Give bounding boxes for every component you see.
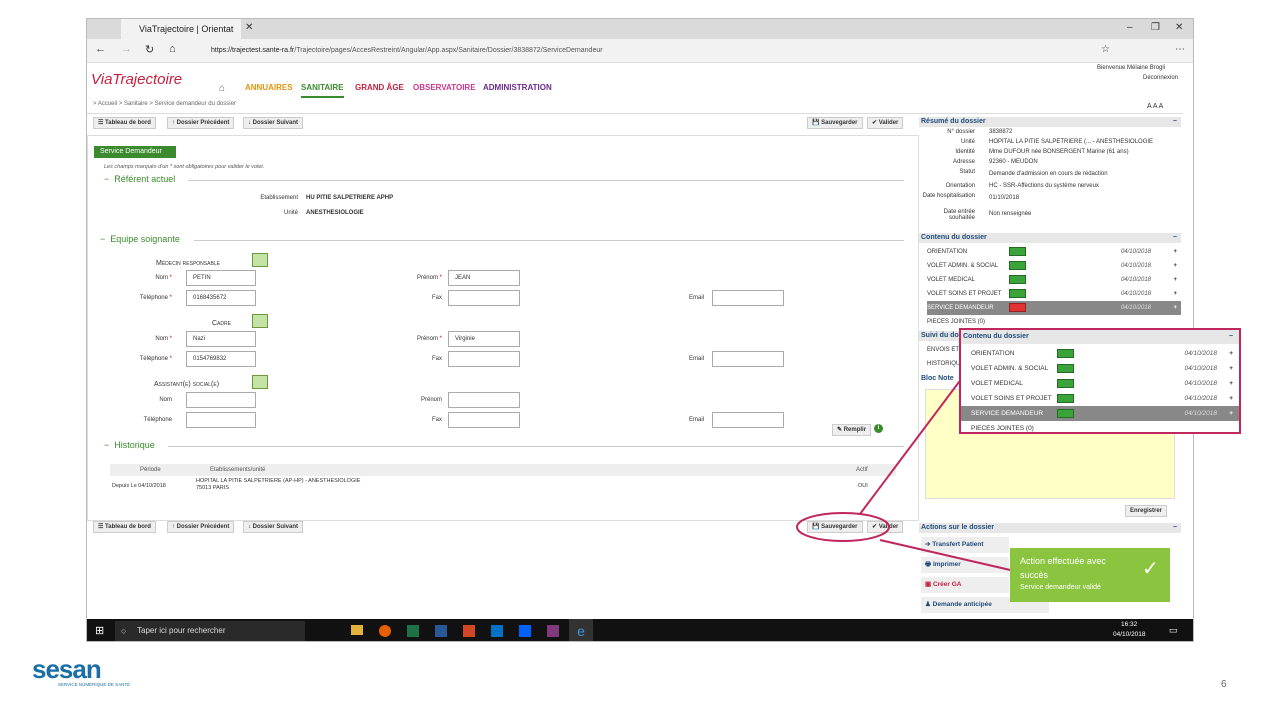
page-number: 6 <box>1221 679 1227 690</box>
highlight-ellipse <box>796 512 890 542</box>
list-item[interactable]: VOLET ADMIN. & SOCIAL 04/10/2018 + <box>961 361 1239 376</box>
list-item[interactable]: VOLET SOINS ET PROJET 04/10/2018 + <box>961 391 1239 406</box>
checkmark-icon: ✓ <box>1142 558 1159 580</box>
complete-icon <box>1057 394 1074 403</box>
plus-icon: + <box>1229 410 1233 417</box>
complete-icon <box>1057 379 1074 388</box>
list-item-active[interactable]: SERVICE DEMANDEUR 04/10/2018 + <box>961 406 1239 421</box>
plus-icon: + <box>1229 350 1233 357</box>
list-item[interactable]: ORIENTATION 04/10/2018 + <box>961 346 1239 361</box>
arrow-to-popup <box>859 377 963 515</box>
plus-icon: + <box>1229 365 1233 372</box>
popup-header[interactable]: Contenu du dossier − <box>961 330 1239 344</box>
success-toast: Action effectuée avec succès Service dem… <box>1010 548 1170 602</box>
pieces-jointes[interactable]: PIECES JOINTES (0) <box>961 421 1239 436</box>
toast-subtitle: Service demandeur validé <box>1020 584 1101 591</box>
complete-icon <box>1057 349 1074 358</box>
contenu-popup: Contenu du dossier − ORIENTATION 04/10/201… <box>959 328 1241 434</box>
complete-icon <box>1057 409 1074 418</box>
plus-icon: + <box>1229 380 1233 387</box>
list-item[interactable]: VOLET MEDICAL 04/10/2018 + <box>961 376 1239 391</box>
complete-icon <box>1057 364 1074 373</box>
toast-title: Action effectuée avec succès <box>1020 556 1106 580</box>
sesan-logo-subtitle: SERVICE NUMÉRIQUE DE SANTÉ <box>58 682 131 687</box>
plus-icon: + <box>1229 395 1233 402</box>
sesan-logo: sesan <box>32 654 102 684</box>
